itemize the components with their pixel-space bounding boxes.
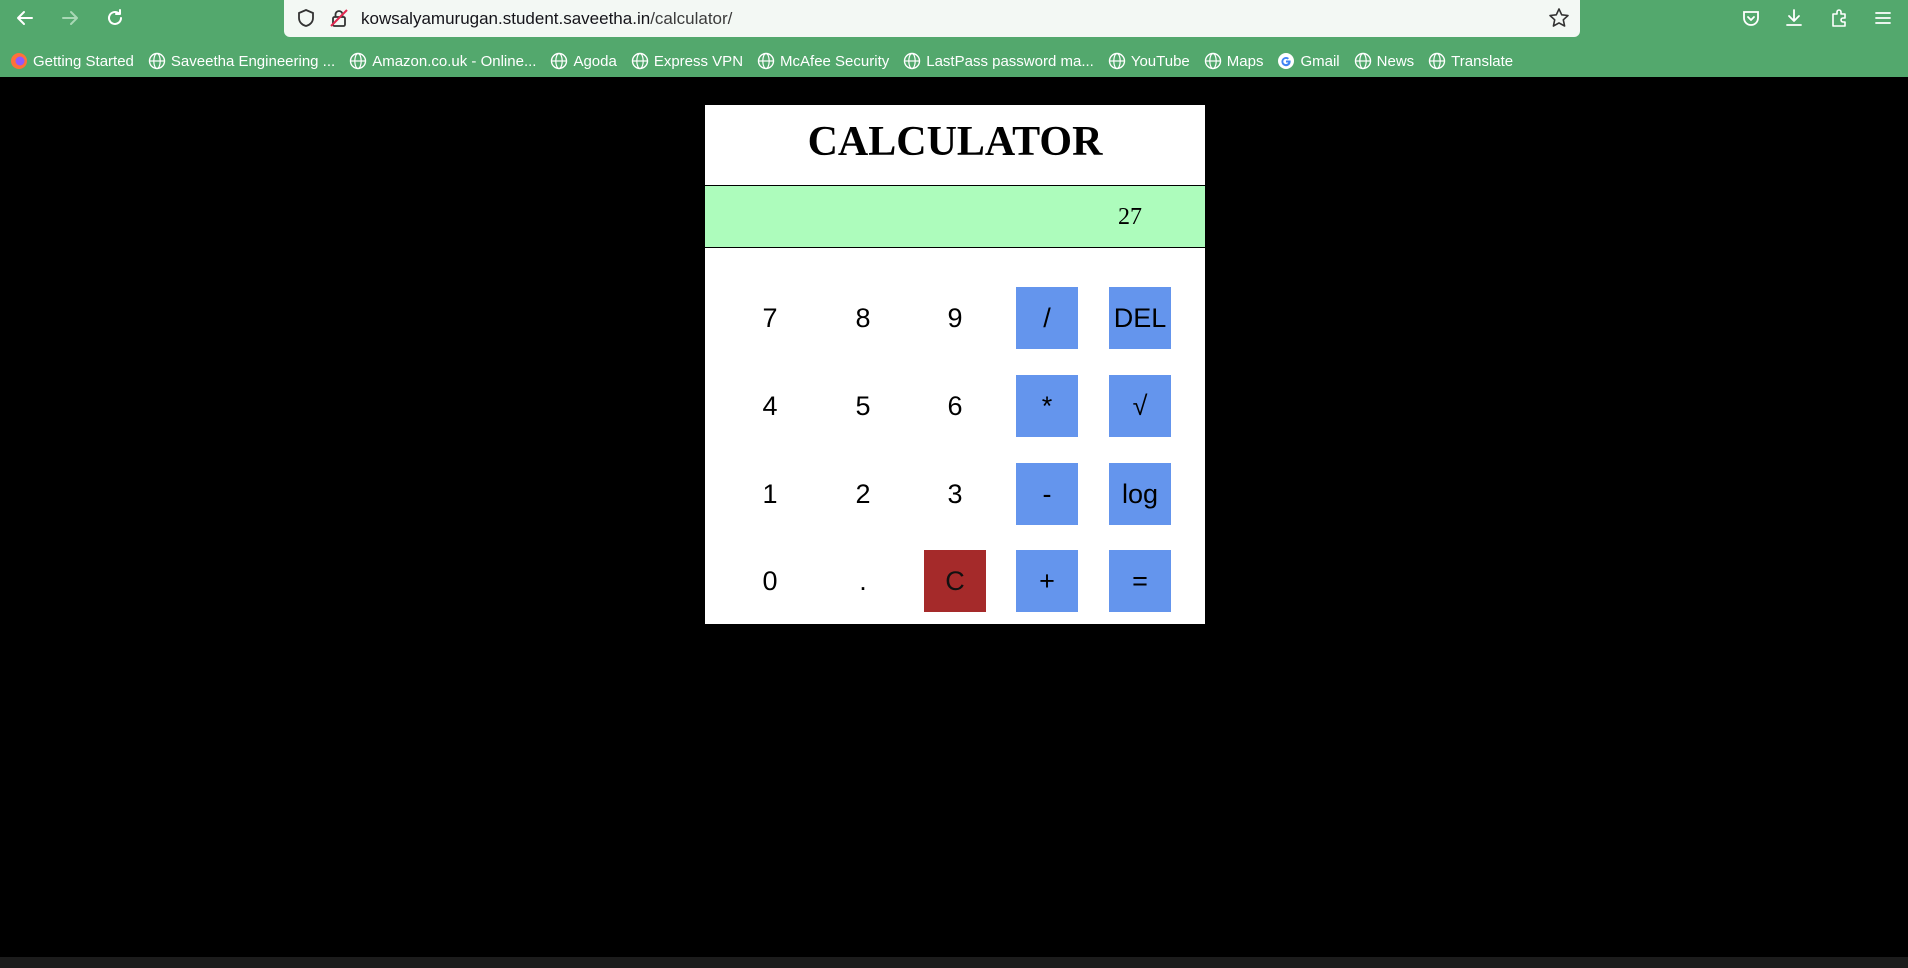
- globe-icon: [551, 52, 568, 70]
- google-icon: [1278, 53, 1295, 69]
- bookmark-amazon[interactable]: Amazon.co.uk - Online...: [349, 52, 536, 70]
- bookmark-translate[interactable]: Translate: [1428, 52, 1513, 70]
- delete-button[interactable]: DEL: [1109, 287, 1171, 349]
- taskbar-strip: [0, 957, 1908, 968]
- globe-icon: [148, 52, 166, 70]
- reload-icon[interactable]: [100, 2, 130, 34]
- key-8[interactable]: 8: [832, 287, 894, 349]
- key-0[interactable]: 0: [739, 550, 801, 612]
- globe-icon: [350, 52, 367, 70]
- download-icon[interactable]: [1779, 3, 1809, 33]
- url-text[interactable]: kowsalyamurugan.student.saveetha.in/calc…: [361, 9, 732, 29]
- key-1[interactable]: 1: [739, 463, 801, 525]
- browser-toolbar: kowsalyamurugan.student.saveetha.in/calc…: [0, 0, 1908, 77]
- bookmarks-bar: Getting Started Saveetha Engineering ...…: [0, 48, 1908, 74]
- decimal-button[interactable]: .: [832, 550, 894, 612]
- log-button[interactable]: log: [1109, 463, 1171, 525]
- globe-icon: [631, 52, 649, 70]
- clear-button[interactable]: C: [924, 550, 986, 612]
- minus-button[interactable]: -: [1016, 463, 1078, 525]
- equals-button[interactable]: =: [1109, 550, 1171, 612]
- forward-arrow-icon[interactable]: [55, 2, 85, 34]
- bookmark-saveetha[interactable]: Saveetha Engineering ...: [148, 52, 335, 70]
- menu-icon[interactable]: [1868, 3, 1898, 33]
- url-host: kowsalyamurugan.student.saveetha.in: [361, 9, 651, 28]
- bookmark-label: News: [1376, 52, 1415, 70]
- back-arrow-icon[interactable]: [10, 2, 40, 34]
- pocket-icon[interactable]: [1736, 3, 1766, 33]
- key-7[interactable]: 7: [739, 287, 801, 349]
- plus-button[interactable]: +: [1016, 550, 1078, 612]
- globe-icon: [1428, 52, 1446, 70]
- key-6[interactable]: 6: [924, 375, 986, 437]
- insecure-lock-icon[interactable]: [327, 6, 351, 30]
- key-2[interactable]: 2: [832, 463, 894, 525]
- bookmark-news[interactable]: News: [1354, 52, 1415, 70]
- bookmark-maps[interactable]: Maps: [1204, 52, 1264, 70]
- bookmark-getting-started[interactable]: Getting Started: [10, 52, 134, 70]
- bookmark-agoda[interactable]: Agoda: [550, 52, 617, 70]
- bookmark-label: Translate: [1451, 52, 1514, 70]
- bookmark-label: Saveetha Engineering ...: [170, 52, 336, 70]
- sqrt-button[interactable]: √: [1109, 375, 1171, 437]
- star-icon[interactable]: [1547, 6, 1571, 30]
- key-5[interactable]: 5: [832, 375, 894, 437]
- globe-icon: [1354, 52, 1371, 70]
- bookmark-mcafee[interactable]: McAfee Security: [757, 52, 889, 70]
- divide-button[interactable]: /: [1016, 287, 1078, 349]
- key-3[interactable]: 3: [924, 463, 986, 525]
- bookmark-youtube[interactable]: YouTube: [1108, 52, 1190, 70]
- globe-icon: [757, 52, 775, 70]
- bookmark-label: LastPass password ma...: [926, 52, 1094, 70]
- key-4[interactable]: 4: [739, 375, 801, 437]
- bookmark-label: McAfee Security: [780, 52, 890, 70]
- url-path: /calculator/: [650, 9, 733, 28]
- key-9[interactable]: 9: [924, 287, 986, 349]
- bookmark-label: Express VPN: [653, 52, 744, 70]
- bookmark-label: YouTube: [1130, 52, 1190, 70]
- bookmark-label: Amazon.co.uk - Online...: [372, 52, 537, 70]
- calculator-panel: CALCULATOR 27 7 8 9 / DEL 4 5 6 * √ 1 2 …: [705, 105, 1205, 624]
- display-value: 27: [1118, 204, 1142, 230]
- globe-icon: [1108, 52, 1126, 70]
- calculator-display: 27: [705, 185, 1205, 248]
- firefox-icon: [11, 53, 27, 69]
- bookmark-label: Agoda: [573, 52, 617, 70]
- bookmark-label: Maps: [1226, 52, 1264, 70]
- bookmark-express-vpn[interactable]: Express VPN: [631, 52, 743, 70]
- bookmark-label: Gmail: [1300, 52, 1340, 70]
- multiply-button[interactable]: *: [1016, 375, 1078, 437]
- globe-icon: [904, 52, 921, 70]
- address-bar[interactable]: kowsalyamurugan.student.saveetha.in/calc…: [284, 0, 1580, 37]
- bookmark-gmail[interactable]: Gmail: [1277, 52, 1340, 70]
- bookmark-lastpass[interactable]: LastPass password ma...: [903, 52, 1094, 70]
- shield-icon[interactable]: [294, 6, 318, 30]
- extensions-icon[interactable]: [1824, 3, 1854, 33]
- globe-icon: [1204, 52, 1221, 70]
- calculator-title: CALCULATOR: [807, 119, 1103, 165]
- bookmark-label: Getting Started: [33, 52, 134, 70]
